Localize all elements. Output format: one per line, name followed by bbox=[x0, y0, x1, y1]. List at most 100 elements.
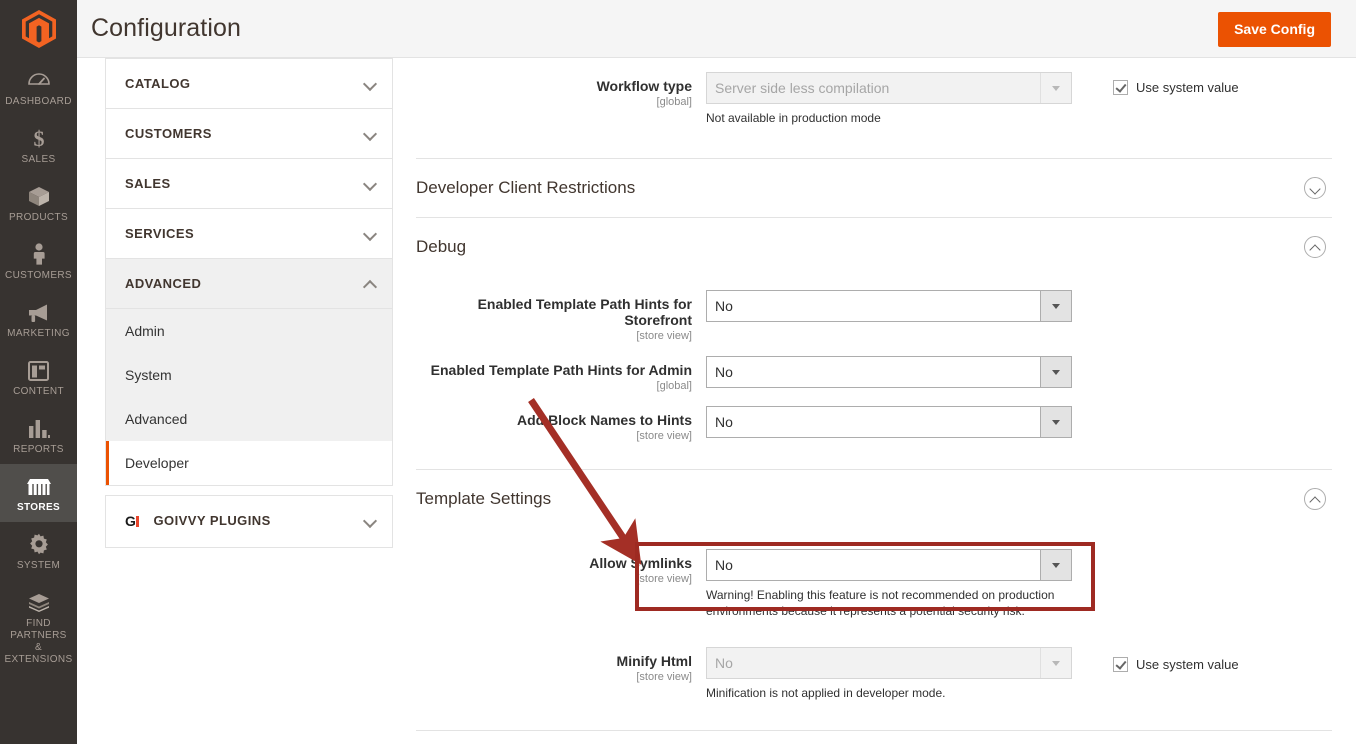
tree-item-system[interactable]: System bbox=[106, 353, 392, 397]
sidebar-label: Content bbox=[13, 386, 64, 397]
select-value: No bbox=[715, 364, 733, 380]
add-block-names-to-hints-select[interactable]: No bbox=[706, 406, 1072, 438]
select-value: No bbox=[715, 298, 733, 314]
field-label: Add Block Names to Hints bbox=[516, 412, 692, 428]
use-system-value-toggle[interactable]: Use system value bbox=[1113, 80, 1239, 95]
gear-icon bbox=[28, 531, 50, 555]
template-path-hints-admin-select[interactable]: No bbox=[706, 356, 1072, 388]
chevron-down-icon[interactable] bbox=[1304, 177, 1326, 199]
use-system-value-label: Use system value bbox=[1136, 657, 1239, 672]
sidebar-item-stores[interactable]: Stores bbox=[0, 464, 77, 522]
field-row-allow-symlinks: Allow Symlinks [store view] No Warning! … bbox=[416, 549, 1332, 619]
sidebar-label: Dashboard bbox=[5, 96, 72, 107]
field-scope: [store view] bbox=[636, 573, 692, 585]
chevron-down-icon bbox=[1040, 291, 1071, 321]
sidebar-label: Reports bbox=[13, 444, 64, 455]
tree-section-catalog[interactable]: Catalog bbox=[105, 58, 393, 109]
section-header-developer-client-restrictions[interactable]: Developer Client Restrictions bbox=[416, 158, 1332, 217]
tree-section-header[interactable]: G Goivvy Plugins bbox=[106, 496, 392, 547]
sidebar-label: Marketing bbox=[7, 328, 70, 339]
tree-section-goivvy-plugins[interactable]: G Goivvy Plugins bbox=[105, 495, 393, 548]
configuration-tree: Catalog Customers Sales Services bbox=[105, 58, 393, 548]
use-system-value-checkbox[interactable] bbox=[1113, 657, 1128, 672]
sidebar-label: Find Partners & Extensions bbox=[4, 618, 73, 665]
sidebar-item-customers[interactable]: Customers bbox=[0, 232, 77, 290]
tree-section-services[interactable]: Services bbox=[105, 209, 393, 259]
sidebar-item-find-partners[interactable]: Find Partners & Extensions bbox=[0, 580, 77, 674]
tree-section-header[interactable]: Services bbox=[106, 209, 392, 258]
admin-configuration-page: Dashboard $ Sales Products Customers Mar… bbox=[0, 0, 1356, 744]
tree-section-header[interactable]: Customers bbox=[106, 109, 392, 158]
field-label: Enabled Template Path Hints for Admin bbox=[430, 362, 692, 378]
field-scope: [store view] bbox=[636, 430, 692, 442]
section-header-translate-inline[interactable]: Translate Inline bbox=[416, 730, 1332, 744]
section-header-template-settings[interactable]: Template Settings bbox=[416, 469, 1332, 528]
use-system-value-label: Use system value bbox=[1136, 80, 1239, 95]
page-header: Configuration Save Config bbox=[77, 0, 1356, 58]
field-row-template-path-hints-admin: Enabled Template Path Hints for Admin [g… bbox=[416, 356, 1332, 393]
tree-section-header[interactable]: Sales bbox=[106, 159, 392, 208]
chevron-down-icon bbox=[1040, 357, 1071, 387]
field-row-add-block-names-to-hints: Add Block Names to Hints [store view] No bbox=[416, 406, 1332, 443]
tree-item-label: Developer bbox=[125, 455, 189, 471]
section-header-debug[interactable]: Debug bbox=[416, 217, 1332, 276]
section-title: Debug bbox=[416, 237, 467, 256]
sidebar-label: Customers bbox=[5, 270, 72, 281]
fieldset-template-settings: Template Settings Allow Symlinks [store … bbox=[416, 469, 1332, 730]
magento-logo-icon[interactable] bbox=[0, 0, 77, 58]
chevron-up-icon bbox=[365, 278, 376, 289]
field-note: Warning! Enabling this feature is not re… bbox=[706, 588, 1055, 618]
sidebar-item-sales[interactable]: $ Sales bbox=[0, 116, 77, 174]
fieldset-debug: Debug Enabled Template Path Hints for St… bbox=[416, 217, 1332, 469]
field-scope: [global] bbox=[656, 380, 692, 392]
tree-item-label: System bbox=[125, 367, 172, 383]
tree-item-advanced[interactable]: Advanced bbox=[106, 397, 392, 441]
field-label-wrap: Enabled Template Path Hints for Admin [g… bbox=[416, 356, 706, 393]
chevron-down-icon bbox=[365, 128, 376, 139]
svg-text:$: $ bbox=[33, 127, 44, 149]
megaphone-icon bbox=[27, 299, 50, 323]
select-value: No bbox=[715, 557, 733, 573]
tree-section-header[interactable]: Advanced bbox=[106, 259, 392, 308]
tree-section-label: Customers bbox=[125, 126, 212, 141]
workflow-type-select[interactable]: Server side less compilation bbox=[706, 72, 1072, 104]
sidebar-item-products[interactable]: Products bbox=[0, 174, 77, 232]
chevron-down-icon bbox=[1040, 73, 1071, 103]
field-note: Minification is not applied in developer… bbox=[706, 686, 946, 700]
tree-item-developer[interactable]: Developer bbox=[106, 441, 392, 485]
template-path-hints-storefront-select[interactable]: No bbox=[706, 290, 1072, 322]
storefront-icon bbox=[26, 473, 52, 497]
layout-icon bbox=[28, 357, 49, 381]
tree-section-label: Goivvy Plugins bbox=[153, 513, 271, 528]
chevron-down-icon bbox=[365, 78, 376, 89]
chevron-down-icon bbox=[365, 228, 376, 239]
sidebar-item-marketing[interactable]: Marketing bbox=[0, 290, 77, 348]
sidebar-item-reports[interactable]: Reports bbox=[0, 406, 77, 464]
tree-section-sales[interactable]: Sales bbox=[105, 159, 393, 209]
chevron-up-icon[interactable] bbox=[1304, 488, 1326, 510]
tree-section-label: Services bbox=[125, 226, 195, 241]
primary-sidebar: Dashboard $ Sales Products Customers Mar… bbox=[0, 0, 77, 744]
allow-symlinks-select[interactable]: No bbox=[706, 549, 1072, 581]
chevron-up-icon[interactable] bbox=[1304, 236, 1326, 258]
sidebar-label: System bbox=[16, 560, 61, 571]
sidebar-item-content[interactable]: Content bbox=[0, 348, 77, 406]
tree-section-label: Catalog bbox=[125, 76, 191, 91]
save-config-button[interactable]: Save Config bbox=[1218, 12, 1331, 47]
dollar-icon: $ bbox=[31, 125, 47, 149]
tree-section-customers[interactable]: Customers bbox=[105, 109, 393, 159]
use-system-value-checkbox[interactable] bbox=[1113, 80, 1128, 95]
tree-section-header[interactable]: Catalog bbox=[106, 59, 392, 108]
bar-chart-icon bbox=[28, 415, 50, 439]
tree-section-advanced[interactable]: Advanced Admin System Advanced Developer bbox=[105, 259, 393, 486]
chevron-down-icon bbox=[365, 515, 376, 526]
box-icon bbox=[28, 183, 50, 207]
chevron-down-icon bbox=[1040, 648, 1071, 678]
tree-item-admin[interactable]: Admin bbox=[106, 309, 392, 353]
minify-html-select[interactable]: No bbox=[706, 647, 1072, 679]
use-system-value-toggle[interactable]: Use system value bbox=[1113, 657, 1239, 672]
page-title: Configuration bbox=[91, 14, 242, 42]
field-note: Not available in production mode bbox=[706, 111, 881, 125]
sidebar-item-dashboard[interactable]: Dashboard bbox=[0, 58, 77, 116]
sidebar-item-system[interactable]: System bbox=[0, 522, 77, 580]
